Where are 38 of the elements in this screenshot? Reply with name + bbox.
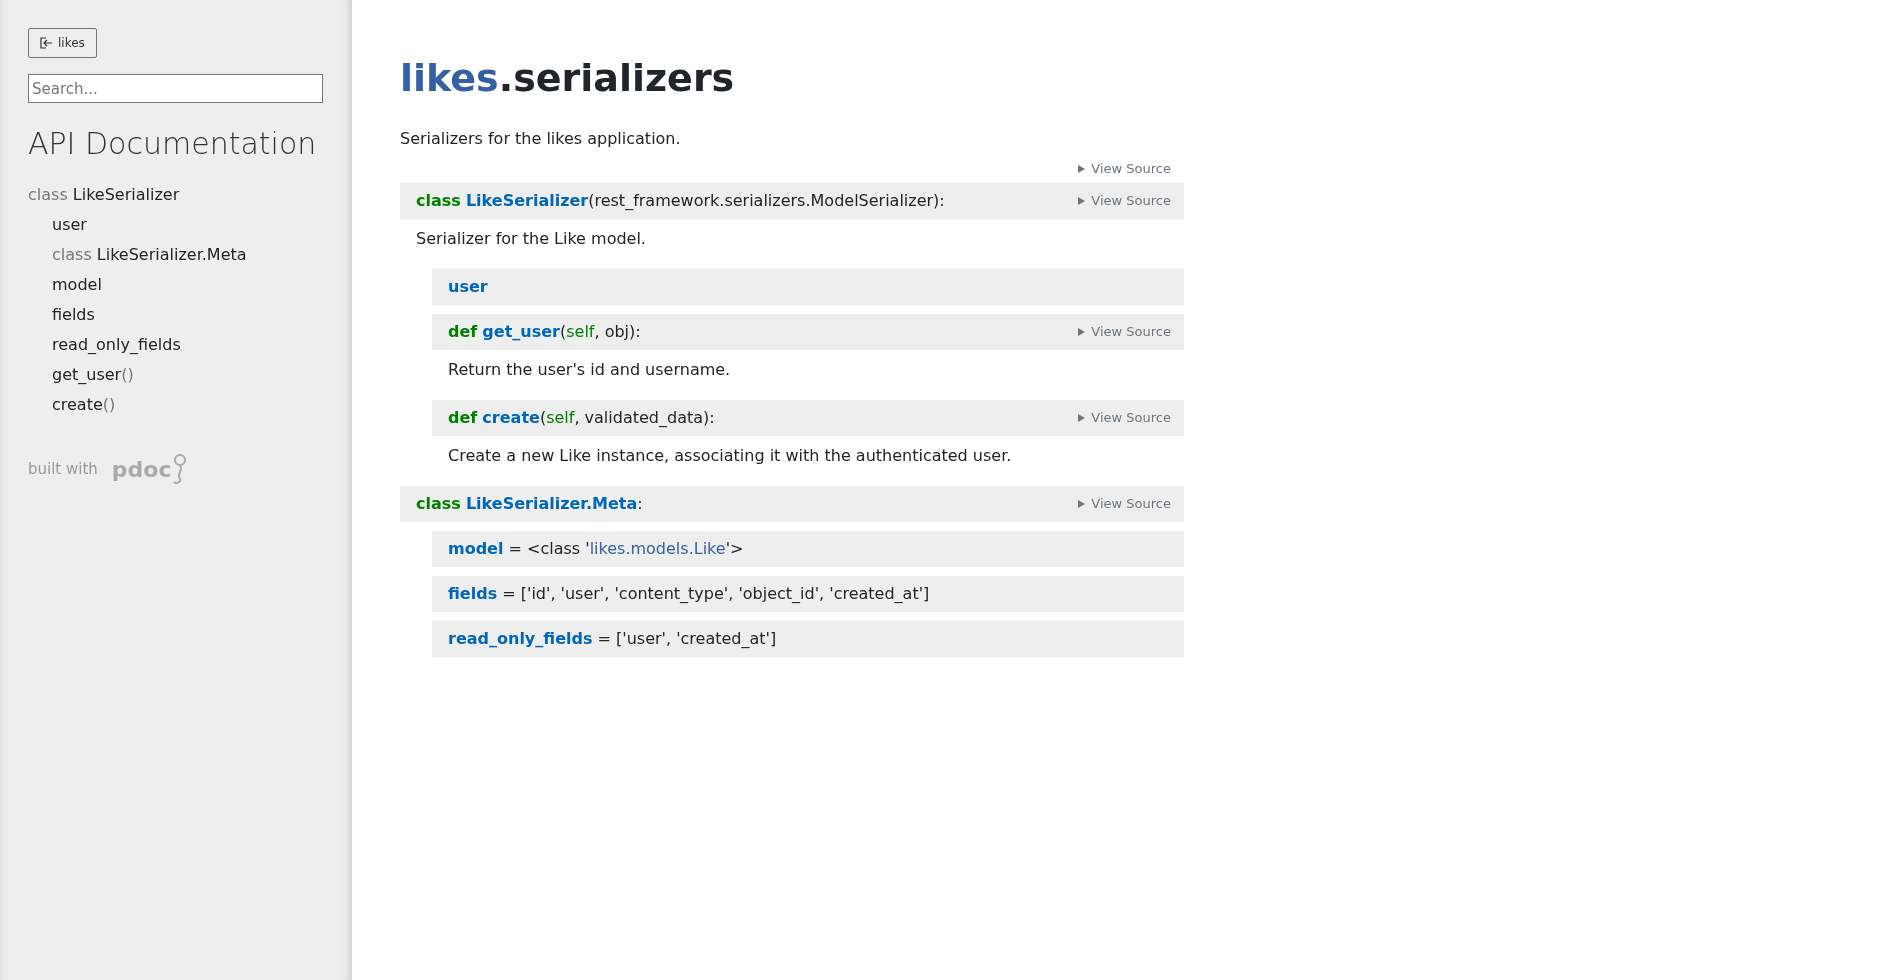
nav-link[interactable]: class LikeSerializer.Meta xyxy=(28,240,323,270)
nav-link[interactable]: model xyxy=(28,270,323,300)
exit-icon xyxy=(40,37,53,49)
nav-link[interactable]: read_only_fields xyxy=(28,330,323,360)
signature: model = <class 'likes.models.Like'> xyxy=(448,537,744,560)
view-source-toggle[interactable]: View Source xyxy=(1078,190,1171,211)
view-source-toggle[interactable]: View Source xyxy=(1078,159,1171,179)
triangle-icon xyxy=(1078,327,1086,336)
signature: fields = ['id', 'user', 'content_type', 'object_id', 'created_at'] xyxy=(448,582,930,605)
docstring: Create a new Like instance, associating it with the authenticated user. xyxy=(447,444,1013,467)
built-with-label: built with xyxy=(28,458,98,480)
signature: user xyxy=(448,275,488,298)
signature: class LikeSerializer(rest_framework.serializers.ModelSerializer): xyxy=(416,189,945,212)
signature: def create(self, validated_data): xyxy=(448,406,715,429)
view-source-toggle[interactable]: View Source xyxy=(1078,407,1171,428)
nav-link[interactable]: get_user() xyxy=(28,360,323,390)
view-source-toggle[interactable]: View Source xyxy=(1078,493,1171,514)
pdoc-logo: pdoc xyxy=(111,452,188,486)
nav-link[interactable]: fields xyxy=(28,300,323,330)
nav-link[interactable]: create() xyxy=(28,390,323,420)
module-button[interactable]: likes xyxy=(28,28,97,58)
nav-link[interactable]: user xyxy=(28,210,323,240)
triangle-icon xyxy=(1078,413,1086,422)
sidebar-heading: API Documentation xyxy=(28,125,318,163)
triangle-icon xyxy=(1078,499,1086,508)
triangle-icon xyxy=(1078,196,1086,205)
docstring: Serializer for the Like model. xyxy=(415,227,647,250)
search-field[interactable]: Search... xyxy=(28,74,323,103)
link[interactable]: likes.models.Like xyxy=(589,538,726,558)
signature: class LikeSerializer.Meta: xyxy=(416,492,643,515)
view-source-toggle[interactable]: View Source xyxy=(1078,321,1171,342)
signature: def get_user(self, obj): xyxy=(448,320,641,343)
signature: read_only_fields = ['user', 'created_at'] xyxy=(448,627,777,650)
module-docstring: Serializers for the likes application. xyxy=(400,128,682,150)
nav-link[interactable]: class LikeSerializer xyxy=(28,180,323,210)
docstring: Return the user's id and username. xyxy=(447,358,732,381)
triangle-icon xyxy=(1078,164,1086,173)
module-title: likes.serializers xyxy=(400,55,736,102)
